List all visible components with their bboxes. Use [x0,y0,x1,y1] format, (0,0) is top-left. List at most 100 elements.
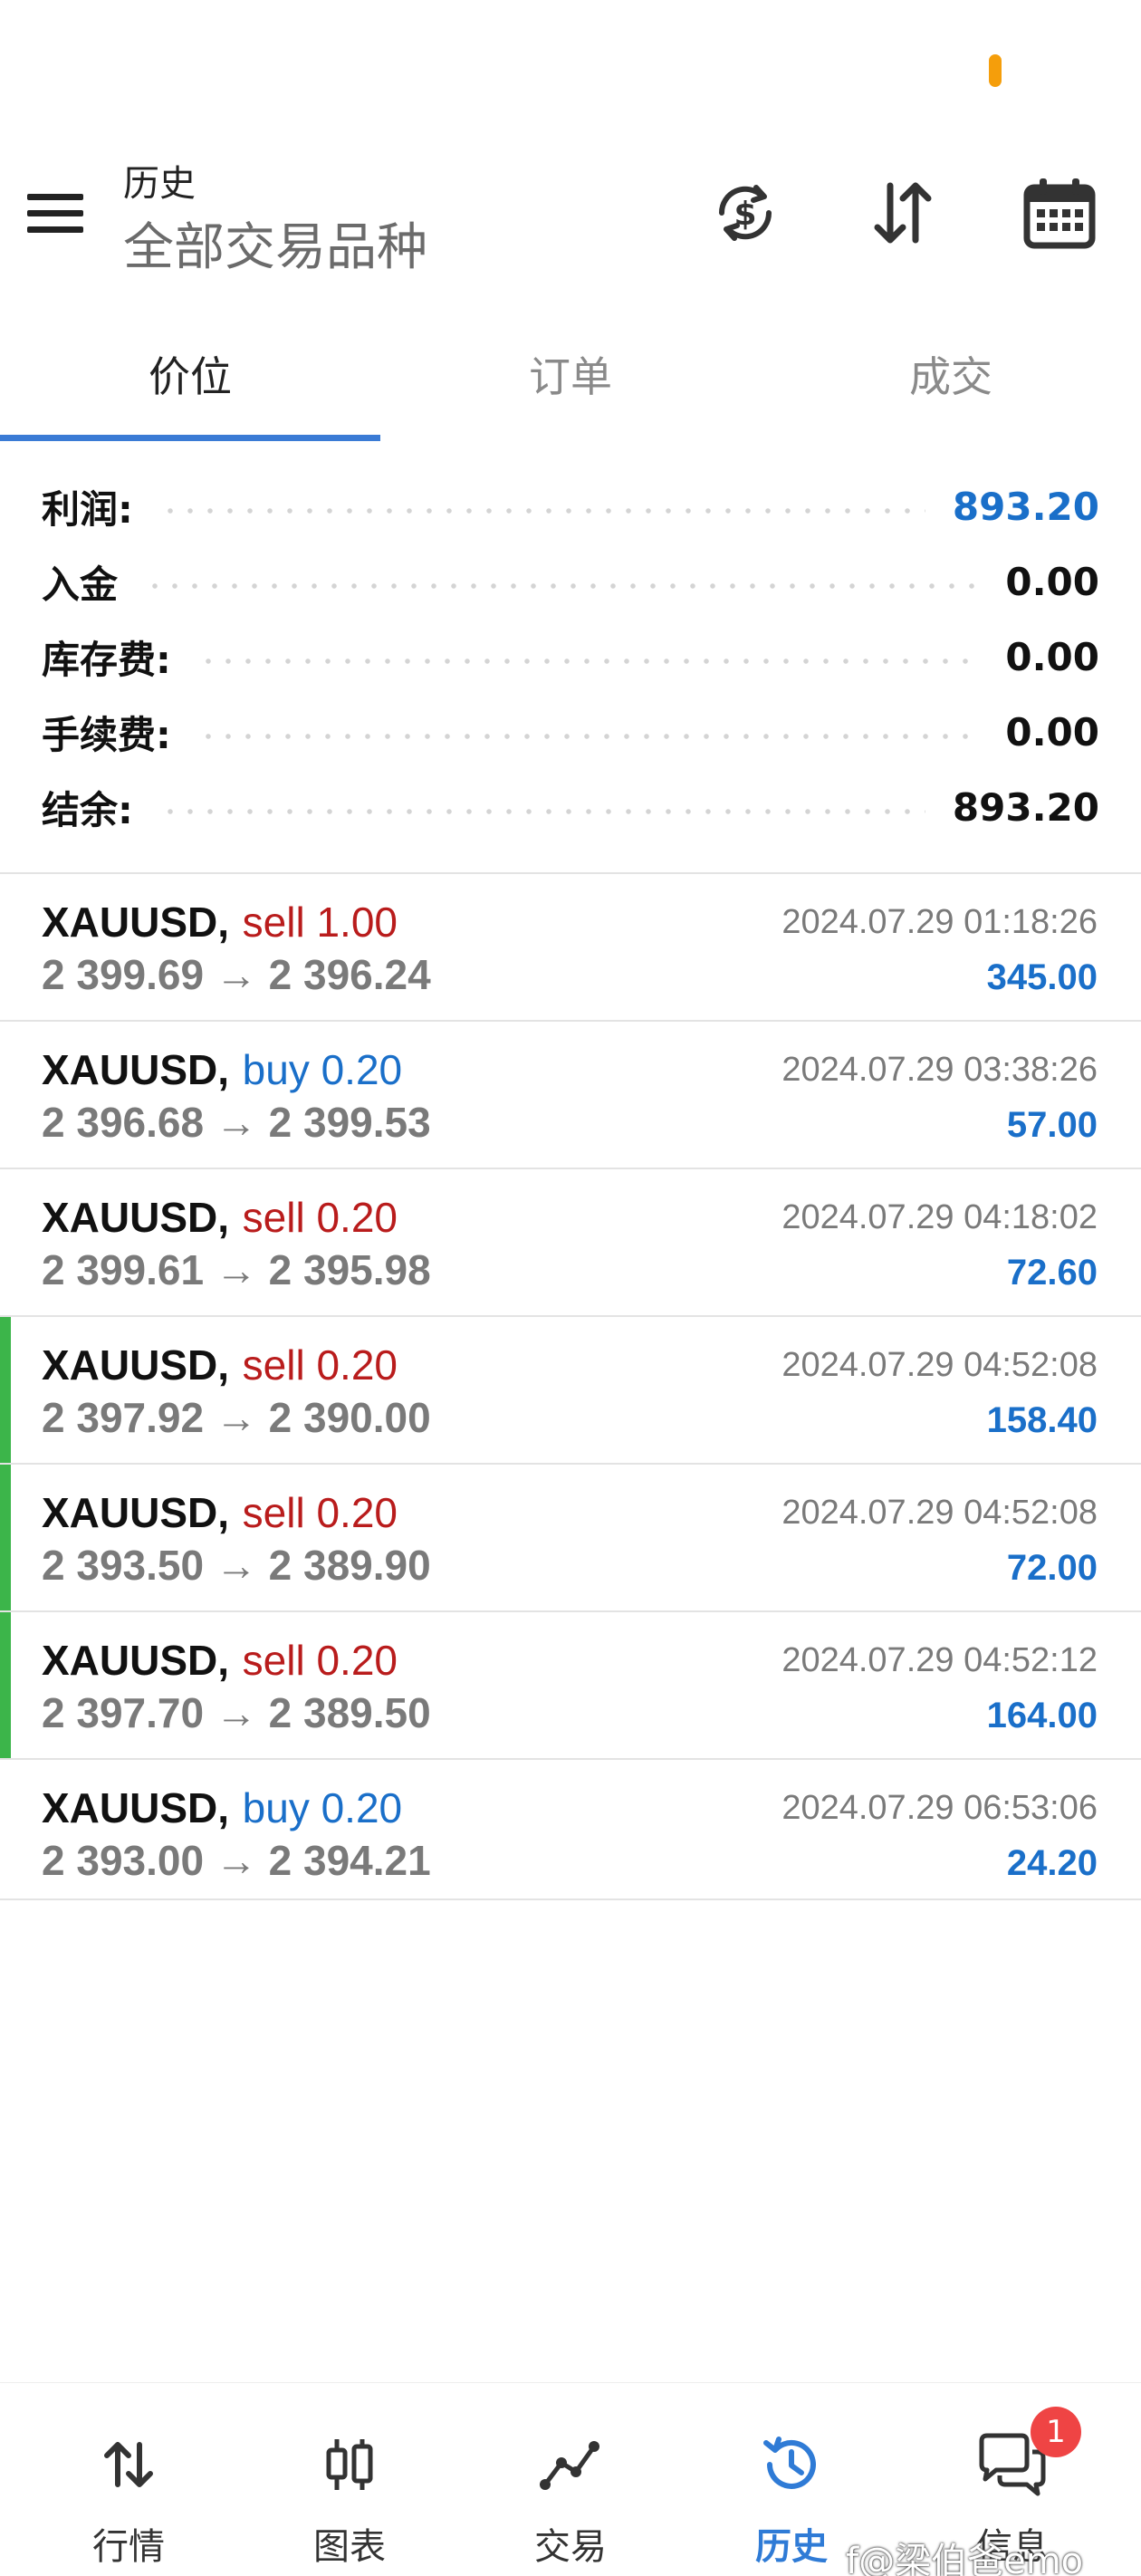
deal-profit: 57.00 [1006,1105,1098,1145]
deal-symbol: XAUUSD, [42,1637,230,1684]
deal-row[interactable]: XAUUSD, sell 0.20 2 399.61 → 2 395.98 20… [0,1169,1141,1316]
svg-text:$: $ [734,196,756,233]
summary-row-profit: 利润: 893.20 [42,479,1099,533]
divider [0,1898,1141,1900]
deal-time: 2024.07.29 04:52:08 [781,1494,1098,1532]
summary-value: 0.00 [1005,559,1099,604]
privacy-indicator-icon [989,54,1002,87]
leader-dots [197,658,979,664]
deal-time: 2024.07.29 04:52:08 [781,1346,1098,1384]
deal-prices: 2 397.70 → 2 389.50 [42,1689,431,1736]
deal-title: XAUUSD, sell 0.20 [42,1636,398,1685]
deal-prices: 2 399.69 → 2 396.24 [42,951,431,998]
summary-value: 0.00 [1005,634,1099,679]
sort-button[interactable] [862,172,944,254]
symbol-filter[interactable]: 全部交易品种 [123,207,427,280]
tab-positions[interactable]: 价位 [0,308,380,439]
deal-row[interactable]: XAUUSD, sell 0.20 2 397.92 → 2 390.00 20… [0,1317,1141,1464]
menu-icon-bar [27,226,83,233]
summary-label: 库存费: [42,637,171,682]
account-summary: 利润: 893.20 入金 0.00 库存费: 0.00 手续费: 0.00 结… [0,457,1141,874]
deal-side: buy 0.20 [242,1046,403,1093]
summary-value: 893.20 [952,484,1099,529]
group-accent-bar [0,1465,11,1611]
deal-profit: 24.20 [1006,1843,1098,1883]
tab-deals[interactable]: 成交 [761,308,1141,439]
nav-quotes[interactable]: 行情 [18,2383,239,2576]
summary-row-deposit: 入金 0.00 [42,554,1099,609]
deal-title: XAUUSD, buy 0.20 [42,1783,402,1832]
deal-title: XAUUSD, buy 0.20 [42,1045,402,1094]
deal-profit: 345.00 [986,957,1098,997]
deal-side: buy 0.20 [242,1784,403,1831]
deal-row[interactable]: XAUUSD, sell 0.20 2 397.70 → 2 389.50 20… [0,1612,1141,1759]
deal-time: 2024.07.29 06:53:06 [781,1789,1098,1827]
trade-line-icon [534,2428,607,2501]
nav-label: 行情 [92,2526,165,2568]
active-tab-indicator [0,435,380,441]
summary-label: 入金 [42,562,119,607]
nav-trade[interactable]: 交易 [460,2383,681,2576]
deal-prices: 2 396.68 → 2 399.53 [42,1099,431,1146]
summary-row-balance: 结余: 893.20 [42,780,1099,834]
deal-row[interactable]: XAUUSD, sell 1.00 2 399.69 → 2 396.24 20… [0,874,1141,1021]
deal-time: 2024.07.29 03:38:26 [781,1051,1098,1089]
history-clock-icon [755,2428,828,2501]
app-header: 历史 全部交易品种 $ [0,136,1141,290]
deal-profit: 158.40 [986,1400,1098,1440]
currency-refresh-icon: $ [718,185,772,241]
deal-symbol: XAUUSD, [42,1194,230,1241]
deal-title: XAUUSD, sell 0.20 [42,1193,398,1242]
calendar-icon [1023,178,1096,249]
deal-side: sell 0.20 [242,1637,398,1684]
sort-arrows-icon [874,182,932,244]
unread-badge: 1 [1031,2407,1081,2457]
deal-title: XAUUSD, sell 0.20 [42,1341,398,1389]
calendar-button[interactable] [1019,172,1100,254]
deal-side: sell 0.20 [242,1194,398,1241]
status-bar [0,0,1141,136]
deal-prices: 2 393.00 → 2 394.21 [42,1837,431,1884]
deal-profit: 72.00 [1006,1548,1098,1588]
deal-profit: 164.00 [986,1696,1098,1735]
tab-orders[interactable]: 订单 [380,308,761,439]
deal-title: XAUUSD, sell 1.00 [42,898,398,947]
arrows-up-down-icon [92,2428,165,2501]
deal-row[interactable]: XAUUSD, sell 0.20 2 393.50 → 2 389.90 20… [0,1465,1141,1611]
deal-side: sell 1.00 [242,899,398,946]
menu-button[interactable] [27,181,91,245]
nav-charts[interactable]: 图表 [239,2383,460,2576]
deal-side: sell 0.20 [242,1341,398,1389]
summary-label: 结余: [42,787,133,832]
deal-symbol: XAUUSD, [42,1046,230,1093]
deal-row[interactable]: XAUUSD, buy 0.20 2 393.00 → 2 394.21 202… [0,1760,1141,1907]
history-tabs: 价位 订单 成交 [0,308,1141,444]
nav-label: 交易 [534,2526,607,2568]
deal-prices: 2 397.92 → 2 390.00 [42,1394,431,1441]
watermark-text: f@梁伯爸emo [846,2541,1084,2576]
candlestick-icon [313,2428,386,2501]
deal-time: 2024.07.29 04:52:12 [781,1641,1098,1679]
summary-label: 利润: [42,486,133,532]
leader-dots [145,583,979,589]
deal-side: sell 0.20 [242,1489,398,1536]
deal-symbol: XAUUSD, [42,1341,230,1389]
menu-icon-bar [27,209,83,216]
menu-icon-bar [27,193,83,200]
deal-symbol: XAUUSD, [42,899,230,946]
deal-symbol: XAUUSD, [42,1489,230,1536]
deal-title: XAUUSD, sell 0.20 [42,1488,398,1537]
deal-symbol: XAUUSD, [42,1784,230,1831]
history-screen: 历史 全部交易品种 $ 价位 订单 成交 利润: 893.20 入金 0.00 … [0,0,1141,2576]
deal-row[interactable]: XAUUSD, buy 0.20 2 396.68 → 2 399.53 202… [0,1022,1141,1168]
leader-dots [197,734,979,739]
summary-row-commission: 手续费: 0.00 [42,705,1099,759]
currency-refresh-button[interactable]: $ [705,172,786,254]
page-title: 历史 [123,163,196,205]
deal-time: 2024.07.29 01:18:26 [781,903,1098,941]
leader-dots [159,809,925,814]
summary-label: 手续费: [42,712,171,757]
deal-time: 2024.07.29 04:18:02 [781,1198,1098,1236]
deal-prices: 2 393.50 → 2 389.90 [42,1542,431,1589]
deal-profit: 72.60 [1006,1253,1098,1293]
